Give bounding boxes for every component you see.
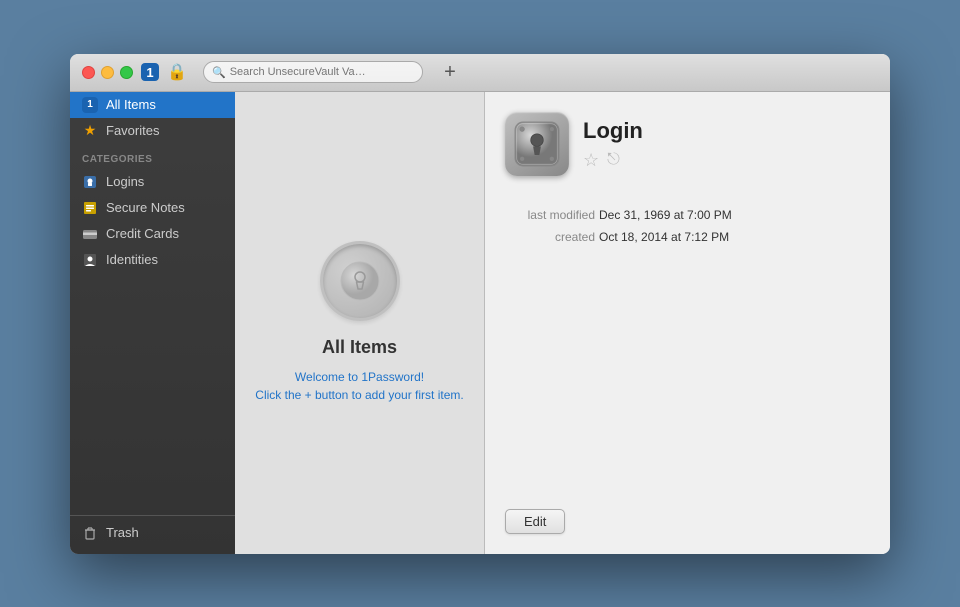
search-icon: 🔍 xyxy=(212,66,226,79)
edit-button[interactable]: Edit xyxy=(505,509,565,534)
close-button[interactable] xyxy=(82,66,95,79)
sidebar-item-secure-notes[interactable]: Secure Notes xyxy=(70,195,235,221)
minimize-button[interactable] xyxy=(101,66,114,79)
logins-icon xyxy=(82,174,98,190)
created-value: Oct 18, 2014 at 7:12 PM xyxy=(599,230,729,244)
secure-notes-icon xyxy=(82,200,98,216)
main-area: 1 All Items ★ Favorites CATEGORIES xyxy=(70,92,890,554)
favorites-icon: ★ xyxy=(82,123,98,139)
created-row: created Oct 18, 2014 at 7:12 PM xyxy=(505,230,870,244)
one-password-icon: 1 xyxy=(82,97,98,113)
app-icon: 1 xyxy=(141,63,159,81)
identities-icon xyxy=(82,252,98,268)
sidebar-item-identities[interactable]: Identities xyxy=(70,247,235,273)
detail-item-icon xyxy=(505,112,569,176)
sidebar-item-logins[interactable]: Logins xyxy=(70,169,235,195)
all-items-large-icon xyxy=(320,241,400,321)
item-list-panel: All Items Welcome to 1Password! Click th… xyxy=(235,92,485,554)
sidebar-item-favorites[interactable]: ★ Favorites xyxy=(70,118,235,144)
sidebar-item-all-items[interactable]: 1 All Items xyxy=(70,92,235,118)
detail-title: Login xyxy=(583,118,643,144)
traffic-lights xyxy=(82,66,133,79)
search-box[interactable]: 🔍 xyxy=(203,61,423,83)
lock-icon[interactable]: 🔒 xyxy=(167,62,187,82)
sidebar: 1 All Items ★ Favorites CATEGORIES xyxy=(70,92,235,554)
lock-icon xyxy=(512,119,562,169)
maximize-button[interactable] xyxy=(120,66,133,79)
last-modified-value: Dec 31, 1969 at 7:00 PM xyxy=(599,208,732,222)
credit-cards-icon xyxy=(82,226,98,242)
detail-title-area: Login ☆ ⎋ xyxy=(583,112,643,171)
sidebar-item-trash[interactable]: Trash xyxy=(70,520,235,546)
detail-header: Login ☆ ⎋ xyxy=(505,112,870,176)
created-label: created xyxy=(505,230,595,244)
keyhole-svg xyxy=(340,261,380,301)
app-window: 1 🔒 🔍 + 1 All Items ★ Favorites xyxy=(70,54,890,554)
categories-header: CATEGORIES xyxy=(70,144,235,169)
item-list-title: All Items xyxy=(322,337,397,358)
item-list-subtitle: Welcome to 1Password! Click the + button… xyxy=(235,368,483,404)
last-modified-label: last modified xyxy=(505,208,595,222)
favorite-star-icon[interactable]: ☆ xyxy=(583,150,599,171)
sidebar-bottom: Trash xyxy=(70,511,235,554)
detail-actions: ☆ ⎋ xyxy=(583,150,643,171)
add-button[interactable]: + xyxy=(439,61,461,83)
divider xyxy=(70,515,235,516)
detail-panel: Login ☆ ⎋ last modified Dec 31, 1969 at … xyxy=(485,92,890,554)
sidebar-item-credit-cards[interactable]: Credit Cards xyxy=(70,221,235,247)
detail-meta: last modified Dec 31, 1969 at 7:00 PM cr… xyxy=(505,208,870,244)
all-items-icon: 1 xyxy=(82,97,98,113)
search-input[interactable] xyxy=(230,66,414,78)
share-icon[interactable]: ⎋ xyxy=(607,151,620,169)
detail-bottom: Edit xyxy=(505,509,870,534)
last-modified-row: last modified Dec 31, 1969 at 7:00 PM xyxy=(505,208,870,222)
titlebar: 1 🔒 🔍 + xyxy=(70,54,890,92)
trash-icon xyxy=(82,525,98,541)
